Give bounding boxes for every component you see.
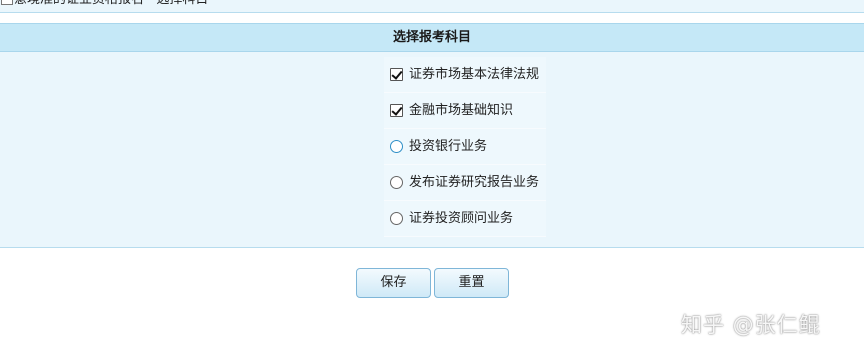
subject-option-research-report[interactable]: 发布证券研究报告业务	[384, 165, 546, 201]
breadcrumb-bar: 意境准的证业资格报名 · 选择科目	[0, 0, 864, 13]
subject-option-label: 发布证券研究报告业务	[409, 175, 540, 190]
breadcrumb-text: 意境准的证业资格报名 · 选择科目	[14, 0, 208, 8]
watermark-text: 知乎 @张仁鲲	[681, 313, 821, 337]
watermark: 知乎 @张仁鲲	[681, 308, 851, 342]
checkbox-checked-icon[interactable]	[390, 68, 403, 81]
radio-unchecked-icon[interactable]	[390, 176, 403, 189]
subject-option-label: 投资银行业务	[409, 139, 488, 154]
subject-option-label: 证券投资顾问业务	[409, 211, 514, 226]
subject-option-panel: 证券市场基本法律法规 金融市场基础知识 投资银行业务 发布证券研究报告业务 证券…	[0, 52, 864, 248]
subject-option-label: 证券市场基本法律法规	[409, 67, 540, 82]
save-button[interactable]: 保存	[356, 268, 431, 298]
reset-button[interactable]: 重置	[434, 268, 509, 298]
section-title: 选择报考科目	[0, 23, 864, 52]
radio-unchecked-icon[interactable]	[390, 140, 403, 153]
subject-option-investment-banking[interactable]: 投资银行业务	[384, 129, 546, 165]
subject-option-label: 金融市场基础知识	[409, 103, 514, 118]
subject-option-investment-advisory[interactable]: 证券投资顾问业务	[384, 201, 546, 237]
radio-unchecked-icon[interactable]	[390, 212, 403, 225]
subject-option-securities-law[interactable]: 证券市场基本法律法规	[384, 57, 546, 93]
subject-option-financial-basics[interactable]: 金融市场基础知识	[384, 93, 546, 129]
page-icon	[1, 0, 13, 5]
subject-option-list: 证券市场基本法律法规 金融市场基础知识 投资银行业务 发布证券研究报告业务 证券…	[384, 57, 546, 237]
checkbox-checked-icon[interactable]	[390, 104, 403, 117]
